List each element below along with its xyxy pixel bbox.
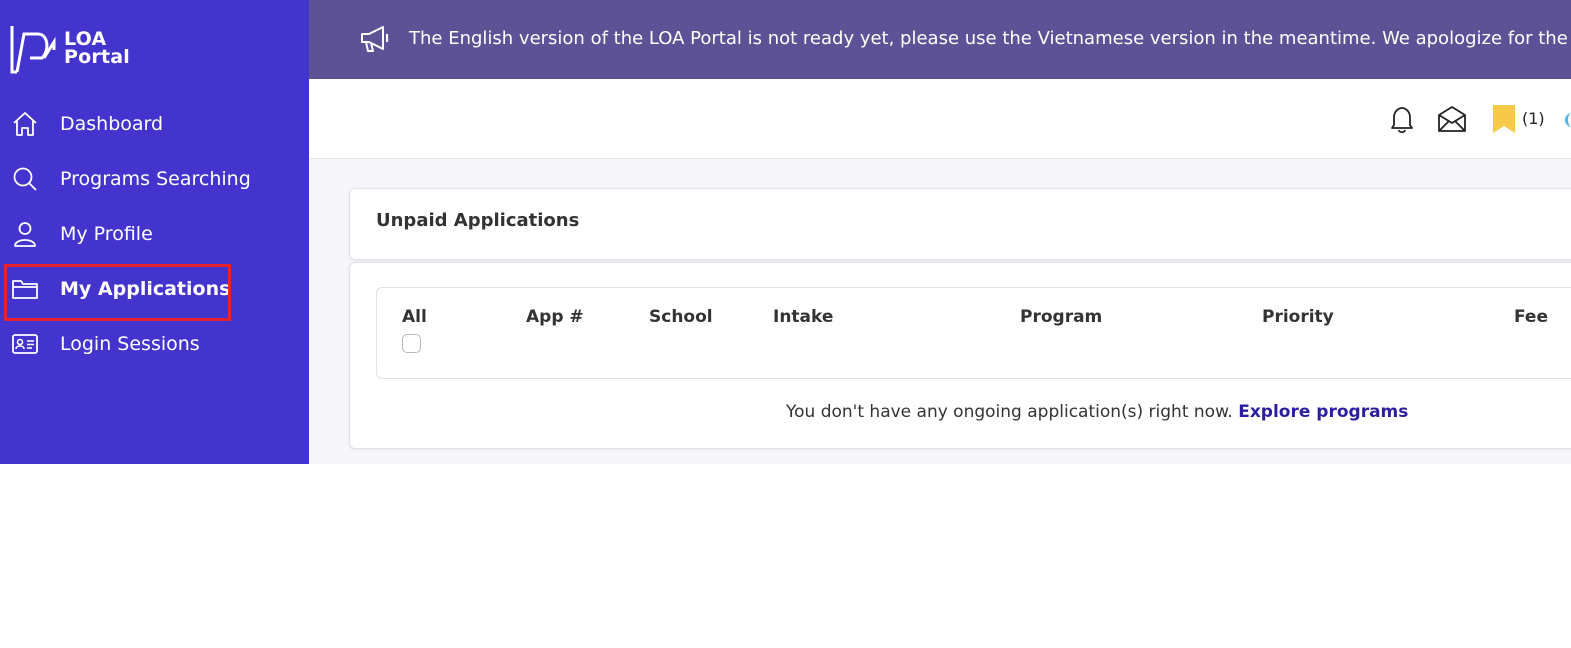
column-header-school: School [649, 307, 713, 327]
search-icon [11, 165, 39, 193]
column-header-intake: Intake [773, 307, 834, 327]
select-all-checkbox[interactable] [402, 334, 421, 353]
logo-line2: Portal [64, 46, 130, 68]
sidebar-item-dashboard[interactable]: Dashboard [0, 104, 309, 144]
bookmark-count: (1) [1522, 109, 1545, 128]
logo-text: LOA Portal [64, 30, 130, 68]
topbar: (1) [309, 79, 1571, 159]
empty-state-message: You don't have any ongoing application(s… [786, 402, 1408, 422]
active-item-highlight [4, 264, 231, 321]
avatar[interactable] [1565, 113, 1571, 127]
sidebar-item-label: Dashboard [60, 113, 164, 135]
id-card-icon [11, 330, 39, 358]
main-content: Unpaid Applications All App # School Int… [309, 159, 1571, 464]
banner-text: The English version of the LOA Portal is… [409, 28, 1571, 49]
sidebar-item-label: Login Sessions [60, 333, 200, 355]
announcement-banner: The English version of the LOA Portal is… [309, 0, 1571, 79]
home-icon [11, 110, 39, 138]
megaphone-icon [359, 24, 393, 58]
logo[interactable]: LOA Portal [8, 22, 130, 74]
envelope-open-icon[interactable] [1437, 103, 1467, 135]
logo-icon [10, 26, 56, 74]
sidebar: LOA Portal Dashboard Programs Searching … [0, 0, 309, 464]
column-header-all: All [402, 307, 427, 327]
column-header-app-number: App # [526, 307, 584, 327]
explore-programs-link[interactable]: Explore programs [1238, 402, 1408, 422]
sidebar-item-login-sessions[interactable]: Login Sessions [0, 324, 309, 364]
column-header-fee: Fee [1514, 307, 1548, 327]
page: LOA Portal Dashboard Programs Searching … [0, 0, 1571, 648]
sidebar-item-label: Programs Searching [60, 168, 251, 190]
bookmark-icon[interactable] [1489, 103, 1519, 135]
sidebar-item-label: My Profile [60, 223, 153, 245]
column-header-priority: Priority [1262, 307, 1334, 327]
table-header: All App # School Intake Program Priority… [376, 287, 1571, 379]
unpaid-applications-header: Unpaid Applications [349, 188, 1571, 260]
sidebar-item-my-profile[interactable]: My Profile [0, 214, 309, 254]
unpaid-applications-card: All App # School Intake Program Priority… [349, 262, 1571, 449]
empty-state-text: You don't have any ongoing application(s… [786, 402, 1239, 422]
column-header-program: Program [1020, 307, 1103, 327]
user-icon [11, 220, 39, 248]
bell-icon[interactable] [1387, 103, 1417, 135]
sidebar-item-programs-searching[interactable]: Programs Searching [0, 159, 309, 199]
section-title: Unpaid Applications [376, 210, 580, 231]
